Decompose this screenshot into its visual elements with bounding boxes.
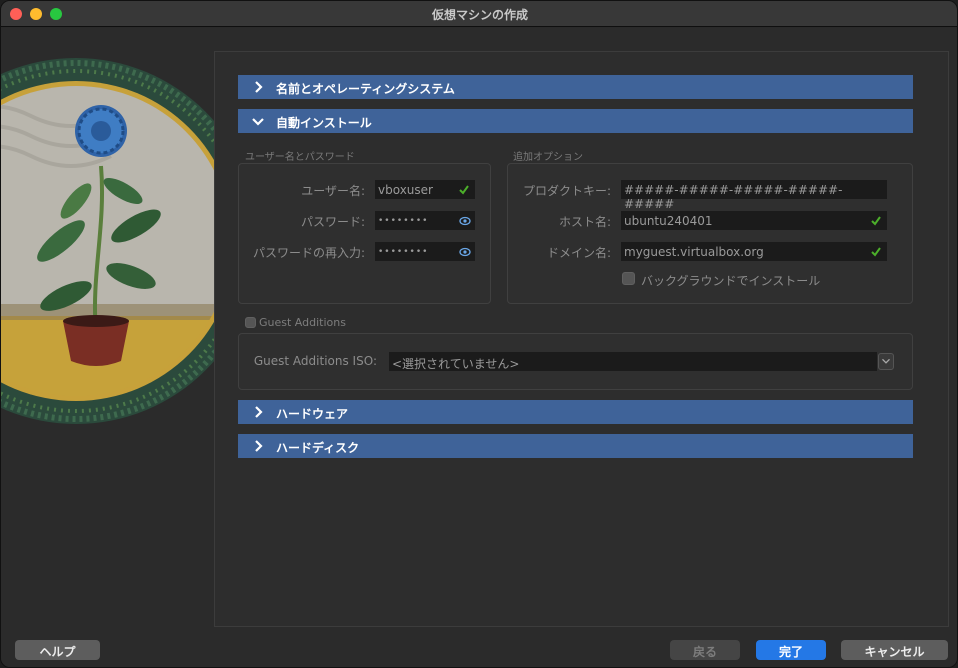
cancel-button[interactable]: キャンセル: [841, 640, 948, 660]
section-label: ハードウェア: [276, 407, 349, 421]
username-label: ユーザー名:: [301, 184, 365, 198]
check-icon: [871, 247, 881, 257]
back-button[interactable]: 戻る: [670, 640, 740, 660]
domain-value: myguest.virtualbox.org: [624, 245, 764, 259]
hostname-field[interactable]: ubuntu240401: [621, 211, 887, 230]
domain-field[interactable]: myguest.virtualbox.org: [621, 242, 887, 261]
options-group-title: 追加オプション: [513, 152, 583, 163]
guest-additions-checkbox[interactable]: [245, 317, 256, 328]
title-bar: 仮想マシンの作成: [1, 1, 957, 27]
product-key-label: プロダクトキー:: [522, 184, 611, 198]
username-field[interactable]: vboxuser: [375, 180, 475, 199]
window-title: 仮想マシンの作成: [431, 8, 528, 22]
domain-label: ドメイン名:: [546, 246, 611, 260]
section-label: 名前とオペレーティングシステム: [276, 82, 455, 96]
chevron-down-icon: [882, 358, 890, 364]
guest-additions-iso-label: Guest Additions ISO:: [253, 354, 377, 368]
section-unattended-install[interactable]: 自動インストール: [238, 109, 913, 133]
help-button[interactable]: ヘルプ: [15, 640, 100, 660]
check-icon: [871, 216, 881, 226]
username-value: vboxuser: [378, 183, 433, 197]
background-install-label: バックグラウンドでインストール: [641, 274, 821, 288]
product-key-field[interactable]: #####-#####-#####-#####-#####: [621, 180, 887, 211]
guest-additions-iso-value: <選択されていません>: [392, 357, 520, 371]
chevron-right-icon: [255, 81, 263, 93]
password-repeat-value: ••••••••: [378, 247, 429, 257]
guest-additions-label: Guest Additions: [259, 316, 346, 329]
product-key-value: #####-#####-#####-#####-#####: [624, 183, 843, 211]
eye-icon[interactable]: [459, 246, 471, 258]
hostname-value: ubuntu240401: [624, 214, 713, 228]
section-label: ハードディスク: [276, 441, 360, 455]
password-repeat-field[interactable]: ••••••••: [375, 242, 475, 261]
background-install-checkbox[interactable]: [622, 272, 635, 285]
create-vm-window: 仮想マシンの作成 名前とオペレーティングシステム 自動インストール ユーザー名と…: [0, 0, 958, 668]
password-label: パスワード:: [300, 215, 365, 229]
credentials-group-title: ユーザー名とパスワード: [245, 152, 355, 163]
password-field[interactable]: ••••••••: [375, 211, 475, 230]
iso-dropdown-button[interactable]: [878, 353, 894, 370]
chevron-right-icon: [255, 440, 263, 452]
password-value: ••••••••: [378, 216, 429, 226]
finish-button[interactable]: 完了: [756, 640, 826, 660]
password-repeat-label: パスワードの再入力:: [252, 246, 365, 260]
section-hard-disk[interactable]: ハードディスク: [238, 434, 913, 458]
section-name-and-os[interactable]: 名前とオペレーティングシステム: [238, 75, 913, 99]
check-icon: [459, 185, 469, 195]
eye-icon[interactable]: [459, 215, 471, 227]
chevron-right-icon: [255, 406, 263, 418]
guest-additions-iso-combo[interactable]: <選択されていません>: [389, 352, 877, 371]
chevron-down-icon: [252, 118, 264, 126]
section-hardware[interactable]: ハードウェア: [238, 400, 913, 424]
section-label: 自動インストール: [276, 116, 372, 130]
hostname-label: ホスト名:: [558, 215, 611, 229]
